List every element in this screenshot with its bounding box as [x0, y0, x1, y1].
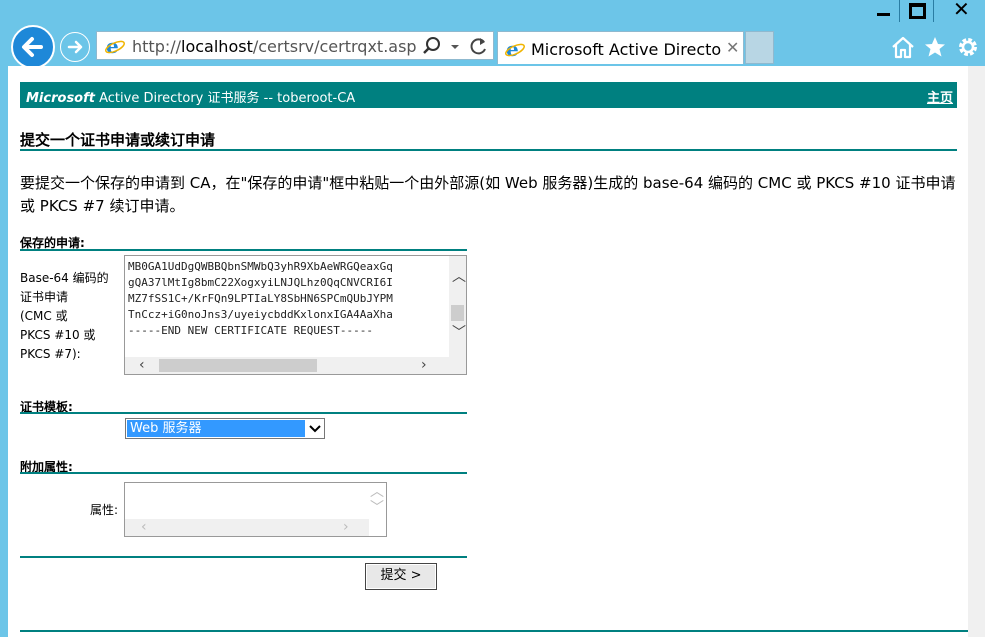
- chevron-down-icon[interactable]: [306, 419, 324, 438]
- home-icon[interactable]: [890, 35, 916, 59]
- dropdown-icon[interactable]: [450, 42, 460, 52]
- settings-icon[interactable]: [956, 35, 980, 59]
- scroll-right-icon[interactable]: ›: [421, 358, 427, 372]
- attributes-divider: [20, 472, 467, 474]
- template-divider: [20, 412, 467, 414]
- horizontal-scrollbar[interactable]: ‹ ›: [125, 519, 369, 536]
- maximize-button[interactable]: [899, 0, 934, 22]
- saved-request-textarea[interactable]: MB0GA1UdDgQWBBQbnSMWbQ3yhR9XbAeWRGQeaxGq…: [124, 255, 467, 375]
- forward-icon: [67, 40, 83, 54]
- label-line: PKCS #10 或: [20, 328, 96, 342]
- scroll-down-icon[interactable]: ﹀: [370, 501, 384, 515]
- label-line: 证书申请: [20, 290, 69, 304]
- saved-request-divider: [20, 249, 467, 251]
- ie-icon: e: [105, 35, 125, 57]
- url-text: http://localhost/certsrv/certrqxt.asp: [132, 37, 417, 56]
- scroll-corner: [449, 357, 466, 374]
- ie-icon: e: [505, 38, 525, 60]
- scroll-thumb[interactable]: [451, 305, 464, 321]
- intro-text: 要提交一个保存的申请到 CA，在"保存的申请"框中粘贴一个由外部源(如 Web …: [20, 174, 956, 215]
- back-icon: [22, 37, 43, 57]
- template-selected-value: Web 服务器: [127, 420, 305, 437]
- request-line: -----END NEW CERTIFICATE REQUEST-----: [128, 324, 374, 337]
- scroll-right-icon[interactable]: ›: [343, 520, 349, 534]
- scroll-thumb[interactable]: [159, 359, 317, 372]
- maximize-icon: [909, 3, 926, 19]
- label-line: (CMC 或: [20, 309, 68, 323]
- scroll-left-icon[interactable]: ‹: [141, 520, 147, 534]
- service-title: Microsoft Active Directory 证书服务 -- tober…: [26, 91, 356, 106]
- scroll-up-icon[interactable]: ︿: [370, 485, 384, 499]
- scroll-left-icon[interactable]: ‹: [139, 358, 145, 372]
- favorites-icon[interactable]: [923, 35, 947, 59]
- address-bar[interactable]: e http://localhost/certsrv/certrqxt.asp: [96, 31, 494, 60]
- page-title: 提交一个证书申请或续订申请: [20, 131, 216, 149]
- request-content: MB0GA1UdDgQWBBQbnSMWbQ3yhR9XbAeWRGQeaxGq…: [128, 259, 393, 339]
- browser-tab[interactable]: e Microsoft Active Directo... ✕: [497, 31, 744, 64]
- horizontal-scrollbar[interactable]: ‹ ›: [125, 357, 449, 374]
- request-line: MZ7fSS1C+/KrFQn9LPTIaLY8SbHN6SPCmQUbJYPM: [128, 292, 393, 305]
- scroll-down-icon[interactable]: ﹀: [452, 326, 466, 340]
- label-line: PKCS #7):: [20, 347, 81, 361]
- submit-button[interactable]: 提交 >: [365, 563, 437, 590]
- minimize-icon: [877, 13, 890, 16]
- minimize-button[interactable]: [861, 0, 899, 22]
- submit-divider: [20, 556, 467, 558]
- window-close-button[interactable]: ✕: [934, 0, 985, 22]
- title-divider: [20, 149, 957, 151]
- attributes-field-label: 属性:: [90, 503, 119, 517]
- page-scrollbar[interactable]: [968, 66, 985, 637]
- back-button[interactable]: [11, 25, 55, 69]
- refresh-icon[interactable]: [469, 36, 489, 56]
- tab-close-icon[interactable]: ✕: [726, 38, 739, 57]
- vertical-scrollbar[interactable]: ︿ ﹀: [449, 256, 466, 357]
- tab-title: Microsoft Active Directo...: [531, 40, 721, 59]
- template-select[interactable]: Web 服务器: [125, 418, 325, 439]
- scroll-up-icon[interactable]: ︿: [452, 270, 466, 284]
- forward-button[interactable]: [60, 32, 90, 62]
- home-link[interactable]: 主页: [927, 87, 953, 106]
- close-icon: ✕: [953, 0, 970, 21]
- label-line: Base-64 编码的: [20, 271, 109, 285]
- request-line: TnCcz+iG0noJns3/uyeiycbddKxlonxIGA4AaXha: [128, 308, 393, 321]
- browser-chrome: ✕ e http://localhost/certsrv/certrqxt.as…: [0, 0, 985, 69]
- saved-request-field-label: Base-64 编码的 证书申请 (CMC 或 PKCS #10 或 PKCS …: [20, 269, 120, 364]
- service-header: Microsoft Active Directory 证书服务 -- tober…: [20, 82, 957, 108]
- footer-divider: [20, 630, 968, 632]
- request-line: MB0GA1UdDgQWBBQbnSMWbQ3yhR9XbAeWRGQeaxGq: [128, 260, 393, 273]
- page-content: Microsoft Active Directory 证书服务 -- tober…: [8, 66, 968, 637]
- request-line: gQA37lMtIg8bmC22XogxyiLNJQLhz0QqCNVCRI6I: [128, 276, 393, 289]
- attributes-textarea[interactable]: ︿ ﹀ ‹ ›: [124, 482, 387, 537]
- new-tab-button[interactable]: [745, 31, 774, 64]
- search-icon[interactable]: [422, 36, 442, 56]
